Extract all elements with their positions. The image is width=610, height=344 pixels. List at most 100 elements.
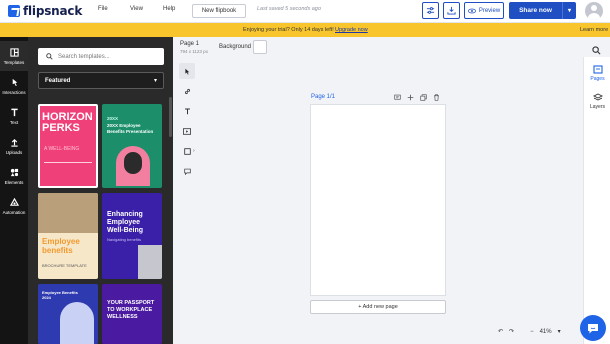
chevron-down-icon[interactable]: ▾ — [558, 328, 561, 335]
rail-item-automation[interactable]: Automation — [0, 191, 28, 221]
template-card[interactable]: Employee Benefits 2024 — [38, 284, 98, 344]
tool-column: › — [177, 60, 197, 182]
square-icon — [183, 147, 191, 155]
page-title: Page 1/1 — [311, 94, 336, 100]
duplicate-icon[interactable] — [419, 93, 427, 101]
chat-button[interactable] — [580, 315, 606, 341]
left-rail: Templates Interactions Text Uploads Elem… — [0, 37, 28, 344]
document-title-input[interactable]: New flipbook — [192, 4, 246, 18]
trash-icon[interactable] — [432, 93, 440, 101]
interactions-icon — [10, 78, 19, 87]
search-icon — [46, 53, 53, 60]
add-page-icon[interactable] — [406, 93, 414, 101]
trial-banner: Enjoying your trial? Only 14 days left! … — [0, 23, 610, 37]
templates-panel: Search templates... Featured ▾ HORIZON P… — [28, 37, 173, 344]
card-title-line: 2024 — [42, 295, 51, 300]
rail-item-interactions[interactable]: Interactions — [0, 71, 28, 101]
rail-label: Automation — [2, 209, 26, 215]
text-icon — [10, 108, 19, 117]
video-icon — [183, 127, 191, 135]
rail-item-elements[interactable]: Elements — [0, 161, 28, 191]
menu-help[interactable]: Help — [163, 6, 175, 12]
search-input[interactable]: Search templates... — [38, 48, 164, 65]
download-button[interactable] — [443, 2, 460, 19]
pages-tab[interactable]: Pages — [584, 65, 610, 82]
menu-view[interactable]: View — [130, 6, 143, 12]
filter-value: Featured — [45, 77, 71, 84]
card-title-line: benefits — [42, 246, 73, 255]
menu-file[interactable]: File — [98, 6, 108, 12]
comment-icon — [183, 168, 191, 175]
card-photo-person — [124, 152, 142, 174]
sliders-icon — [426, 7, 435, 14]
learn-more-link[interactable]: Learn more — [580, 27, 608, 33]
rail-label: Uploads — [5, 149, 23, 155]
link-icon — [184, 88, 190, 94]
chevron-down-icon[interactable]: ▾ — [562, 2, 576, 19]
chevron-down-icon: ▾ — [153, 78, 157, 84]
card-subtitle: A WELL-BEING — [44, 146, 80, 152]
zoom-controls: ↶ ↷ − 41% ▾ — [498, 328, 561, 336]
template-card[interactable]: Employee benefits BROCHURE TEMPLATE — [38, 193, 98, 279]
elements-icon — [10, 168, 19, 177]
rail-item-text[interactable]: Text — [0, 101, 28, 131]
trial-message: Enjoying your trial? Only 14 days left! — [243, 27, 334, 33]
layers-tab[interactable]: Layers — [584, 93, 610, 110]
template-card[interactable]: Enhancing Employee Well-Being Navigating… — [102, 193, 162, 279]
chevron-right-icon[interactable]: › — [193, 148, 195, 154]
layers-icon — [592, 93, 603, 101]
card-photo — [138, 245, 162, 279]
link-tool[interactable] — [179, 83, 195, 99]
background-label: Background — [219, 44, 252, 50]
text-icon — [184, 108, 190, 114]
share-button[interactable]: Share now ▾ — [509, 2, 576, 19]
preview-label: Preview — [478, 7, 501, 14]
pages-icon — [592, 65, 603, 74]
preview-button[interactable]: Preview — [464, 2, 504, 19]
video-tool[interactable] — [179, 123, 195, 139]
card-title-line: 20XX Employee — [107, 123, 141, 128]
page-canvas[interactable] — [310, 104, 446, 296]
card-divider — [44, 162, 92, 163]
card-title-line: Employee — [107, 219, 141, 226]
card-title-line: Employee — [42, 237, 80, 246]
brand-name: flipsnack — [23, 4, 83, 18]
card-title-line: PERKS — [42, 122, 80, 134]
page-actions — [393, 93, 440, 101]
zoom-level[interactable]: 41% — [540, 329, 552, 335]
right-rail: Pages Layers — [583, 57, 610, 344]
redo-icon[interactable]: ↷ — [509, 328, 514, 335]
page-notes-icon[interactable] — [393, 93, 401, 101]
brand-logo[interactable]: flipsnack — [8, 4, 82, 18]
card-subtitle: Navigating benefits — [107, 237, 142, 242]
select-tool[interactable] — [179, 63, 195, 79]
page-size: 794 x 1123 px — [180, 49, 208, 54]
upgrade-link[interactable]: Upgrade now — [335, 27, 368, 33]
card-title-line: WELLNESS — [107, 314, 138, 320]
pages-label: Pages — [590, 76, 605, 82]
card-title-line: Benefits Presentation — [107, 129, 154, 134]
settings-button[interactable] — [422, 2, 439, 19]
rail-item-uploads[interactable]: Uploads — [0, 131, 28, 161]
background-color-swatch[interactable] — [253, 40, 267, 54]
add-new-page-button[interactable]: + Add new page — [310, 300, 446, 314]
layers-label: Layers — [589, 104, 605, 110]
avatar[interactable] — [585, 2, 603, 20]
undo-icon[interactable]: ↶ — [498, 328, 503, 335]
template-card[interactable]: 20XX 20XX Employee Benefits Presentation — [102, 104, 162, 188]
card-title-line: Well-Being — [107, 227, 144, 234]
card-photo — [60, 302, 94, 344]
automation-icon — [9, 197, 19, 207]
zoom-out-icon[interactable]: − — [530, 329, 534, 335]
template-card[interactable]: HORIZON PERKS A WELL-BEING — [38, 104, 98, 188]
panel-scrollbar[interactable] — [169, 97, 172, 137]
rail-item-templates[interactable]: Templates — [0, 41, 28, 71]
rail-label: Interactions — [2, 89, 26, 95]
search-placeholder: Search templates... — [58, 53, 110, 60]
upload-icon — [10, 138, 19, 147]
card-subtitle: BROCHURE TEMPLATE — [42, 263, 87, 268]
template-card[interactable]: YOUR PASSPORT TO WORKPLACE WELLNESS — [102, 284, 162, 344]
comment-tool[interactable] — [179, 163, 195, 179]
text-tool[interactable] — [179, 103, 195, 119]
template-filter-select[interactable]: Featured ▾ — [38, 72, 164, 89]
